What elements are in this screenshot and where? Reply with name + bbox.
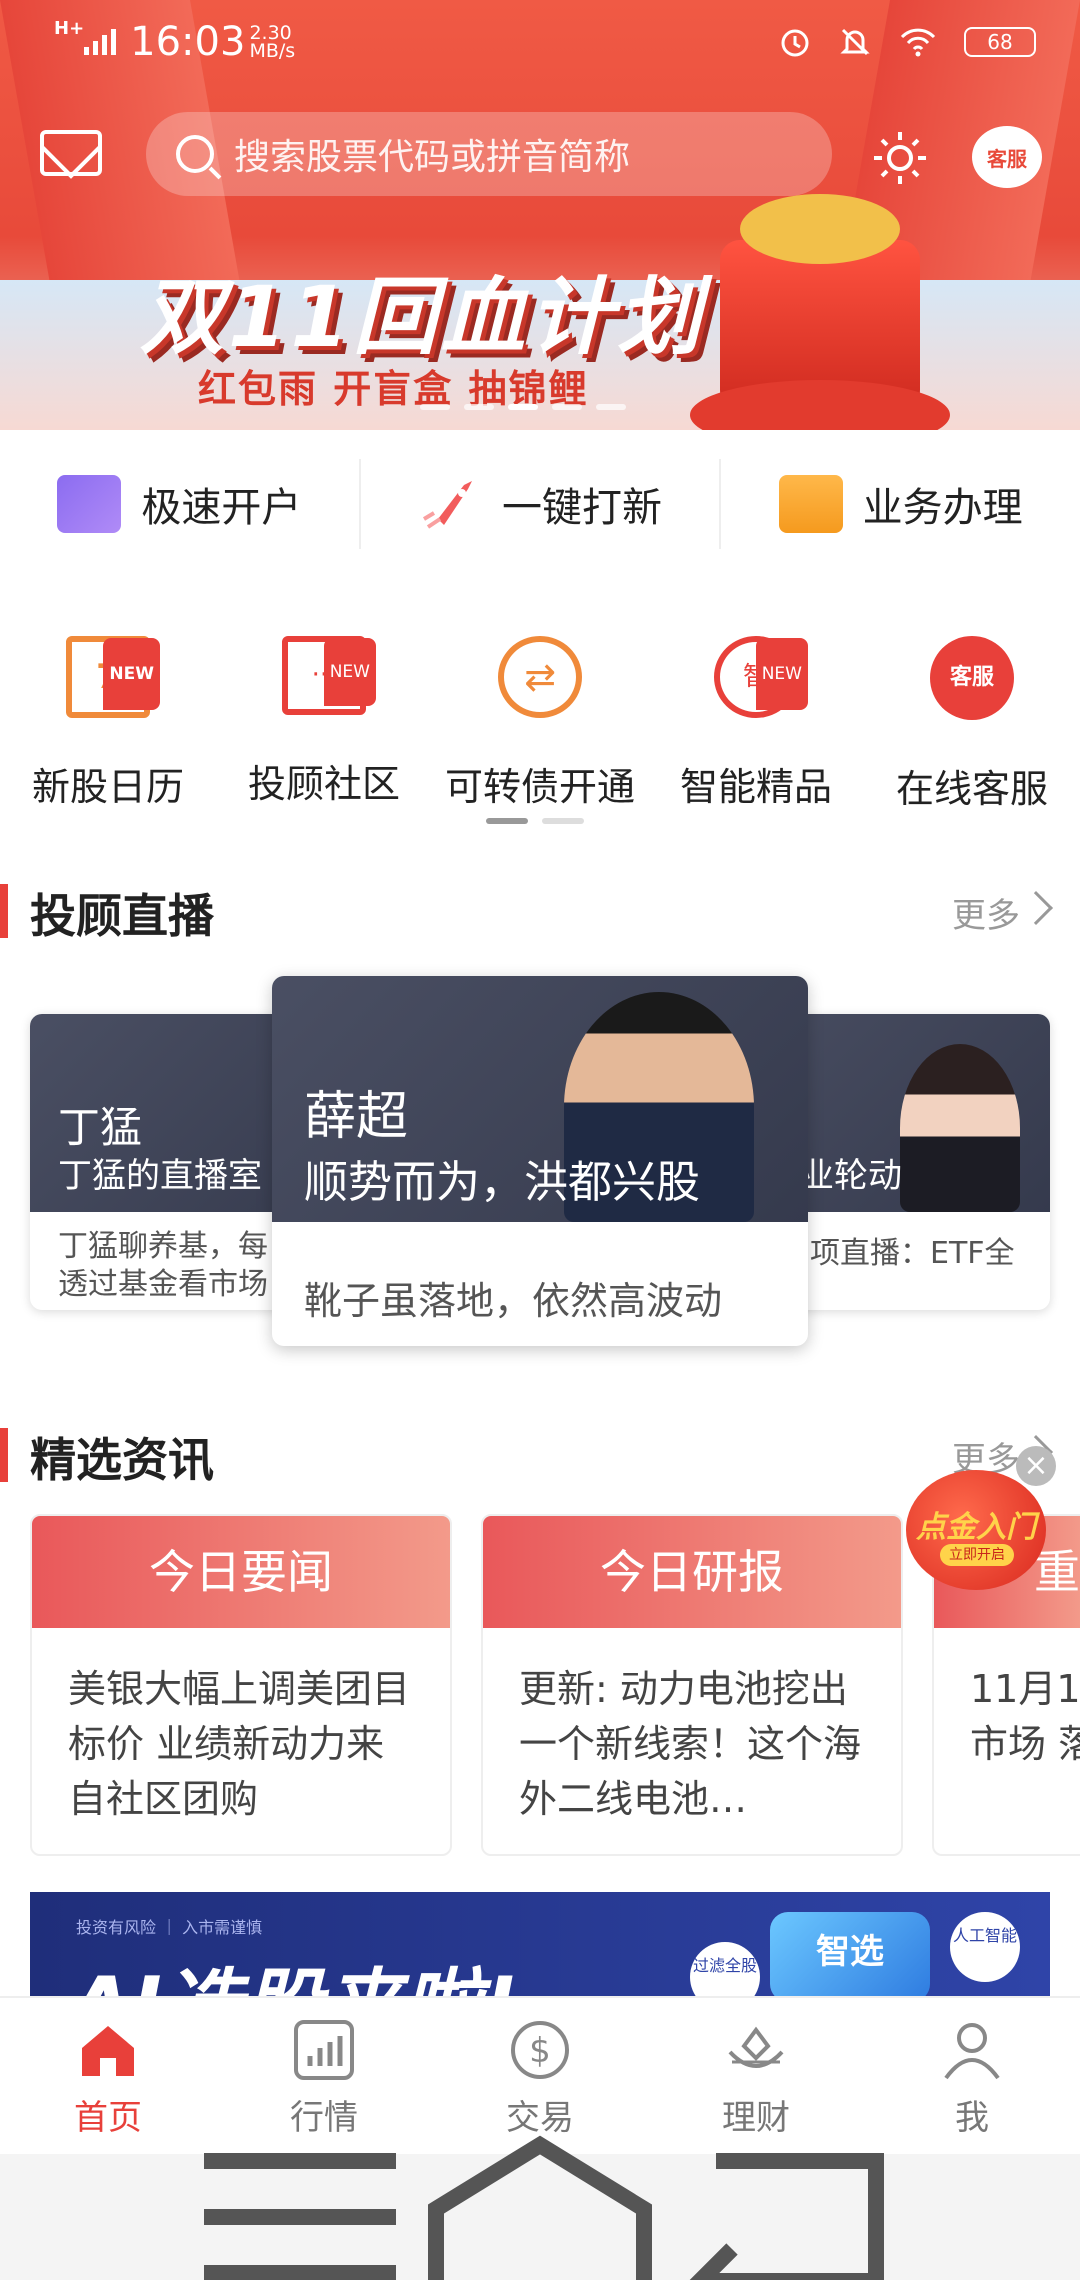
- news-card-today[interactable]: 今日要闻 美银大幅上调美团目标价 业绩新动力来自社区团购: [30, 1514, 452, 1856]
- battery-indicator: 68: [964, 27, 1036, 57]
- live-room-title: 丁猛的直播室: [58, 1156, 262, 1196]
- floating-promo[interactable]: 点金入门 立即开启 ×: [896, 1446, 1056, 1590]
- dollar-icon: $: [511, 2021, 569, 2079]
- advisor-name: 丁猛: [58, 1103, 143, 1152]
- briefcase-icon: [778, 475, 843, 533]
- promo-text: 点金入门: [916, 1510, 1036, 1545]
- banner-pager: [420, 404, 626, 410]
- mail-icon[interactable]: [40, 130, 102, 176]
- grid-item-label: 智能精品: [679, 765, 832, 809]
- quick-actions: 极速开户 一键打新 业务办理: [0, 430, 1080, 578]
- news-card-header: 今日要闻: [32, 1516, 450, 1628]
- grid-item-label: 投顾社区: [247, 762, 400, 806]
- chart-icon: [294, 2020, 354, 2080]
- grid-item-smart-products[interactable]: 智 NEW 智能精品: [648, 618, 864, 809]
- account-open-icon: [57, 475, 122, 533]
- exchange-icon: ⇄: [498, 636, 582, 718]
- section-title: 精选资讯: [30, 1433, 214, 1487]
- section-title: 投顾直播: [30, 889, 214, 943]
- ad-tag-right: 人工智能: [950, 1912, 1020, 1982]
- quick-action-label: 极速开户: [141, 485, 302, 531]
- status-bar: H+ 16:03 2.30 MB/s 68: [0, 0, 1080, 84]
- ad-tag-left: 过滤全股: [690, 1942, 760, 1996]
- alarm-icon: [781, 29, 809, 57]
- new-badge: NEW: [103, 638, 160, 710]
- quick-action-business[interactable]: 业务办理: [719, 459, 1080, 549]
- live-more-link[interactable]: 更多: [952, 888, 1020, 937]
- section-accent-bar: [0, 884, 8, 938]
- chevron-right-icon[interactable]: [1019, 891, 1053, 925]
- customer-service-button[interactable]: 客服: [972, 126, 1042, 188]
- live-room-title: 顺势而为，洪都兴股: [304, 1157, 700, 1208]
- live-description: 丁猛聊养基，每 透过基金看市场: [58, 1229, 268, 1302]
- news-card-body: 11月11日 丨市场 落，创: [970, 1667, 1080, 1766]
- promo-button[interactable]: 立即开启: [940, 1544, 1014, 1566]
- grid-item-ipo-calendar[interactable]: 7 NEW 新股日历: [0, 618, 216, 809]
- advisor-photo: [900, 1044, 1020, 1212]
- search-icon: [176, 135, 214, 173]
- profile-icon: [944, 2023, 1000, 2080]
- live-room-title: 业轮动: [800, 1156, 902, 1196]
- news-card-header: 今日研报: [483, 1516, 901, 1628]
- clock: 16:03: [130, 19, 246, 65]
- grid-pager: [486, 818, 584, 824]
- news-card-body: 美银大幅上调美团目标价 业绩新动力来自社区团购: [68, 1667, 411, 1821]
- search-input[interactable]: 搜索股票代码或拼音简称: [146, 112, 832, 196]
- ad-tag: 智选: [770, 1912, 930, 1996]
- svg-text:$: $: [529, 2031, 551, 2071]
- headset-icon: 客服: [930, 636, 1014, 720]
- home-screen: H+ 16:03 2.30 MB/s 68 搜索股票代码或拼音简称 客服 双11回…: [0, 0, 1080, 2280]
- quick-action-label: 业务办理: [862, 485, 1023, 531]
- grid-item-label: 可转债开通: [444, 765, 635, 809]
- rocket-icon: [422, 481, 472, 529]
- close-icon[interactable]: ×: [1016, 1446, 1056, 1486]
- exchange-glyph: ⇄: [524, 655, 556, 699]
- headset-glyph: 客服: [949, 665, 994, 690]
- ad-headline: AI选股来啦!: [70, 1942, 518, 1996]
- tab-label: 我: [955, 2098, 989, 2138]
- feature-grid: 7 NEW 新股日历 ··· NEW 投顾社区 ⇄ 可转债开通 智 NEW 智能…: [0, 618, 1080, 811]
- tab-label: 首页: [74, 2098, 142, 2138]
- quick-action-ipo[interactable]: 一键打新: [358, 459, 720, 549]
- grid-item-convertible-bond[interactable]: ⇄ 可转债开通: [432, 618, 648, 809]
- back-icon[interactable]: [660, 2129, 900, 2280]
- grid-item-label: 新股日历: [31, 765, 184, 809]
- advisor-name: 薛超: [304, 1087, 409, 1147]
- grid-item-advisor-community[interactable]: ··· NEW 投顾社区: [216, 618, 432, 808]
- menu-icon[interactable]: [180, 2129, 420, 2280]
- quick-action-open-account[interactable]: 极速开户: [0, 459, 359, 549]
- news-card-body: 更新: 动力电池挖出一个新线索！这个海外二线电池…: [519, 1667, 862, 1821]
- network-type: H+: [54, 18, 85, 39]
- smart-icon: 智 NEW: [714, 636, 808, 718]
- grid-item-online-service[interactable]: 客服 在线客服: [864, 618, 1080, 811]
- promo-banner[interactable]: H+ 16:03 2.30 MB/s 68 搜索股票代码或拼音简称 客服 双11回…: [0, 0, 1080, 430]
- new-badge: NEW: [323, 638, 376, 706]
- banner-title: 双11回血计划: [140, 268, 705, 366]
- theme-sun-icon[interactable]: [870, 128, 930, 188]
- quick-action-label: 一键打新: [502, 485, 662, 531]
- new-badge: NEW: [755, 638, 808, 710]
- live-card-xuechao[interactable]: 薛超 顺势而为，洪都兴股 靴子虽落地，依然高波动: [272, 976, 808, 1346]
- mute-icon: [840, 28, 870, 56]
- grid-item-label: 在线客服: [895, 767, 1048, 811]
- ai-stock-ad-banner[interactable]: 投资有风险 ｜ 入市需谨慎 AI选股来啦! 过滤全股 智选 人工智能: [30, 1892, 1050, 1996]
- red-envelope-bucket-image: [690, 194, 950, 430]
- live-section-header: 投顾直播 更多: [0, 880, 1080, 943]
- calendar-icon: 7 NEW: [66, 636, 160, 718]
- live-description: 靴子虽落地，依然高波动: [304, 1279, 723, 1323]
- live-description: 项直播：ETF全: [810, 1236, 1015, 1271]
- top-bar: 搜索股票代码或拼音简称 客服: [0, 108, 1080, 198]
- home-nav-icon[interactable]: [420, 2129, 660, 2280]
- wealth-icon: [728, 2026, 784, 2068]
- news-card-research[interactable]: 今日研报 更新: 动力电池挖出一个新线索！这个海外二线电池…: [481, 1514, 903, 1856]
- network-speed: 2.30 MB/s: [249, 22, 296, 62]
- home-icon: [82, 2026, 134, 2076]
- ad-disclaimer: 投资有风险 ｜ 入市需谨慎: [76, 1918, 263, 1937]
- house-icon: ··· NEW: [282, 636, 376, 715]
- section-accent-bar: [0, 1428, 8, 1482]
- wifi-icon: [900, 28, 936, 57]
- system-navigation-bar: [0, 2135, 1080, 2280]
- search-placeholder: 搜索股票代码或拼音简称: [234, 137, 631, 178]
- signal-icon: [84, 29, 117, 55]
